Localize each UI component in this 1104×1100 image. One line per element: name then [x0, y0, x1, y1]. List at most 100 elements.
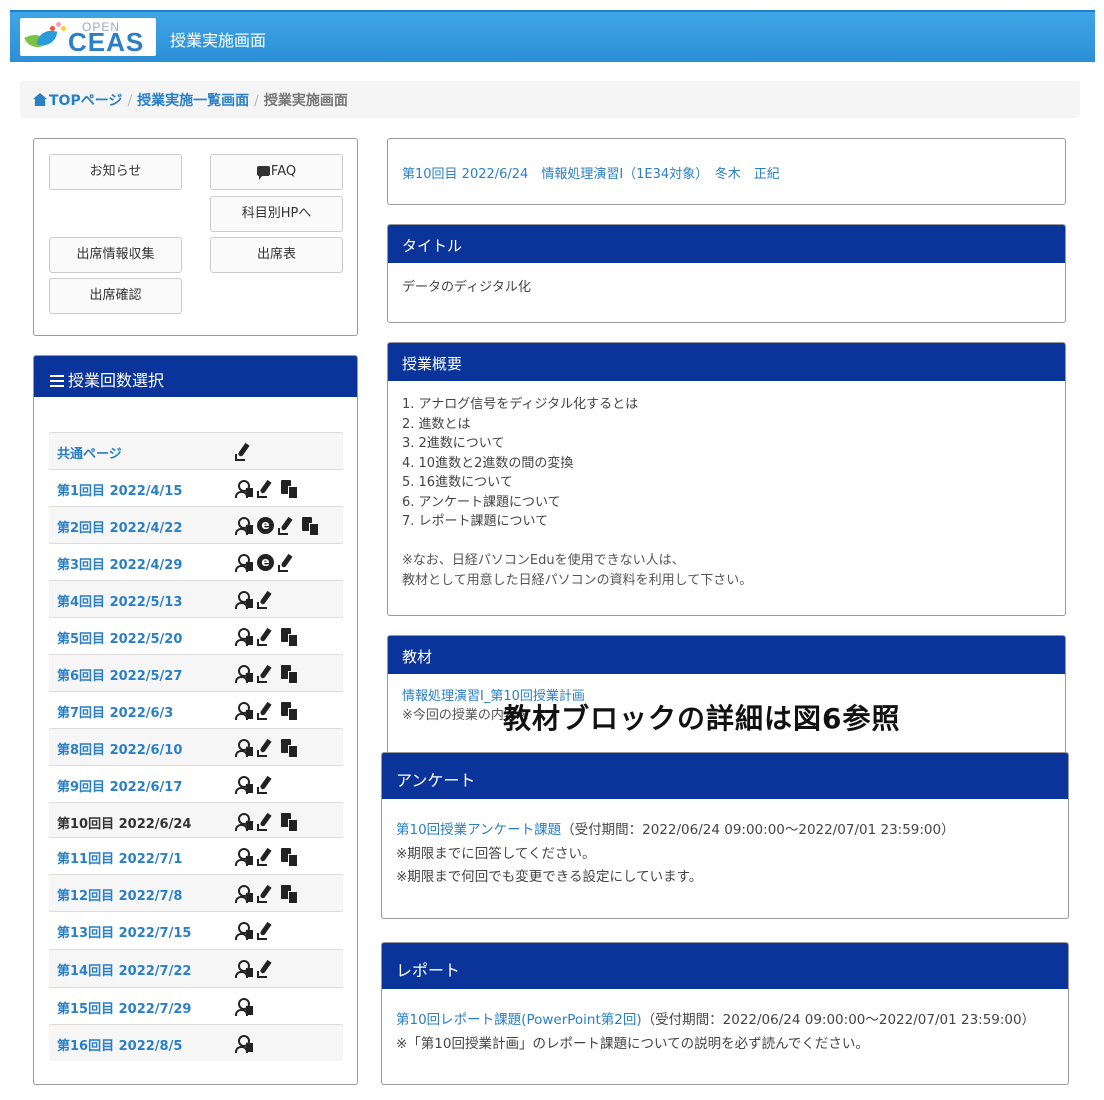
lesson-info-link[interactable]: 第10回目 2022/6/24 情報処理演習Ⅰ（1E34対象） 冬木 正紀 [402, 163, 780, 182]
breadcrumb: TOPページ / 授業実施一覧画面 / 授業実施画面 [20, 81, 1080, 118]
lesson-link[interactable]: 第12回目 2022/7/8 [57, 885, 182, 904]
dots-icon [50, 22, 66, 32]
lesson-link[interactable]: 第15回目 2022/7/29 [57, 998, 191, 1017]
lesson-link[interactable]: 第16回目 2022/8/5 [57, 1035, 182, 1054]
lesson-row: 第2回目 2022/4/22 e [49, 506, 343, 543]
subject-hp-button[interactable]: 科目別HPへ [210, 196, 343, 232]
document-icon[interactable] [279, 848, 298, 867]
document-icon[interactable] [279, 885, 298, 904]
lesson-link[interactable]: 第5回目 2022/5/20 [57, 628, 182, 647]
summary-line: 4. 10進数と2進数の間の変換 [402, 455, 574, 471]
lesson-row: 第13回目 2022/7/15 [49, 911, 343, 949]
lesson-link[interactable]: 第14回目 2022/7/22 [57, 960, 191, 979]
lesson-link[interactable]: 第4回目 2022/5/13 [57, 591, 182, 610]
e-learning-icon[interactable]: e [257, 517, 274, 534]
logo-ceas-text: CEAS [68, 27, 145, 57]
lesson-icons [235, 922, 279, 940]
lesson-link[interactable]: 第2回目 2022/4/22 [57, 517, 182, 536]
lesson-icons [235, 1035, 257, 1053]
summary-line: 7. レポート課題について [402, 514, 549, 529]
edit-pen-icon[interactable] [257, 813, 275, 831]
survey-link[interactable]: 第10回授業アンケート課題 [396, 822, 561, 838]
attendance-person-icon[interactable] [235, 628, 253, 646]
edit-pen-icon[interactable] [257, 702, 275, 720]
attendance-person-icon[interactable] [235, 739, 253, 757]
e-learning-icon[interactable]: e [257, 554, 274, 571]
edit-pen-icon[interactable] [257, 739, 275, 757]
attendance-check-button[interactable]: 出席確認 [49, 278, 182, 314]
lesson-link[interactable]: 第9回目 2022/6/17 [57, 776, 182, 795]
attendance-person-icon[interactable] [235, 702, 253, 720]
attendance-person-icon[interactable] [235, 813, 253, 831]
lesson-link[interactable]: 第1回目 2022/4/15 [57, 480, 182, 499]
edit-pen-icon[interactable] [257, 591, 275, 609]
attendance-person-icon[interactable] [235, 848, 253, 866]
lesson-link[interactable]: 第8回目 2022/6/10 [57, 739, 182, 758]
breadcrumb-top-link[interactable]: TOPページ [33, 93, 122, 109]
summary-line: 2. 進数とは [402, 416, 471, 432]
document-icon[interactable] [279, 480, 298, 499]
report-panel: レポート 第10回レポート課題(PowerPoint第2回)（受付期間：2022… [381, 942, 1069, 1085]
lesson-row: 第4回目 2022/5/13 [49, 580, 343, 617]
attendance-table-button[interactable]: 出席表 [210, 237, 343, 273]
lesson-link[interactable]: 第6回目 2022/5/27 [57, 665, 182, 684]
summary-note: ※なお、日経パソコンEduを使用できない人は、 [402, 553, 685, 568]
breadcrumb-list-link[interactable]: 授業実施一覧画面 [137, 93, 249, 109]
attendance-person-icon[interactable] [235, 517, 253, 535]
breadcrumb-separator: / [254, 93, 259, 109]
lesson-link[interactable]: 第13回目 2022/7/15 [57, 922, 191, 941]
lesson-row: 第6回目 2022/5/27 [49, 654, 343, 691]
edit-pen-icon[interactable] [257, 776, 275, 794]
document-icon[interactable] [279, 628, 298, 647]
summary-panel-header: 授業概要 [388, 343, 1065, 381]
edit-pen-icon[interactable] [278, 554, 296, 572]
attendance-person-icon[interactable] [235, 480, 253, 498]
document-icon[interactable] [279, 739, 298, 758]
page: OPEN CEAS 授業実施画面 TOPページ / 授業実施一覧画面 / 授業実施画面 … [0, 0, 1104, 1100]
lesson-row: 第7回目 2022/6/3 [49, 691, 343, 728]
lesson-icons [235, 885, 301, 904]
attendance-person-icon[interactable] [235, 885, 253, 903]
lesson-link[interactable]: 第11回目 2022/7/1 [57, 848, 182, 867]
attendance-person-icon[interactable] [235, 960, 253, 978]
edit-pen-icon[interactable] [257, 885, 275, 903]
lesson-link[interactable]: 第3回目 2022/4/29 [57, 554, 182, 573]
edit-pen-icon[interactable] [278, 517, 296, 535]
attendance-person-icon[interactable] [235, 665, 253, 683]
news-button[interactable]: お知らせ [49, 154, 182, 190]
attendance-person-icon[interactable] [235, 998, 253, 1016]
faq-button[interactable]: FAQ [210, 154, 343, 190]
open-ceas-logo[interactable]: OPEN CEAS [20, 18, 156, 56]
attendance-collect-button[interactable]: 出席情報収集 [49, 237, 182, 273]
lesson-row: 第14回目 2022/7/22 [49, 949, 343, 987]
attendance-person-icon[interactable] [235, 776, 253, 794]
report-link[interactable]: 第10回レポート課題(PowerPoint第2回) [396, 1012, 642, 1028]
lesson-link[interactable]: 第7回目 2022/6/3 [57, 702, 173, 721]
edit-pen-icon[interactable] [257, 922, 275, 940]
lesson-icons [235, 739, 301, 758]
edit-pen-icon[interactable] [235, 443, 253, 461]
attendance-person-icon[interactable] [235, 591, 253, 609]
lesson-row: 第8回目 2022/6/10 [49, 728, 343, 765]
attendance-person-icon[interactable] [235, 554, 253, 572]
edit-pen-icon[interactable] [257, 628, 275, 646]
document-icon[interactable] [279, 702, 298, 721]
breadcrumb-current: 授業実施画面 [263, 93, 348, 109]
attendance-person-icon[interactable] [235, 1035, 253, 1053]
lesson-select-panel: 授業回数選択 共通ページ第1回目 2022/4/15 第2回目 2022/4/22… [33, 355, 358, 1085]
edit-pen-icon[interactable] [257, 960, 275, 978]
edit-pen-icon[interactable] [257, 665, 275, 683]
document-icon[interactable] [300, 517, 319, 536]
chat-icon [256, 166, 270, 180]
lesson-select-header: 授業回数選択 [34, 356, 357, 397]
document-icon[interactable] [279, 665, 298, 684]
lesson-icons [235, 776, 279, 794]
edit-pen-icon[interactable] [257, 848, 275, 866]
edit-pen-icon[interactable] [257, 480, 275, 498]
material-panel: 教材 情報処理演習Ⅰ_第10回授業計画 ※今回の授業の内容を [387, 635, 1066, 755]
attendance-person-icon[interactable] [235, 922, 253, 940]
lesson-link[interactable]: 共通ページ [57, 443, 122, 462]
document-icon[interactable] [279, 813, 298, 832]
breadcrumb-separator: / [127, 93, 133, 109]
